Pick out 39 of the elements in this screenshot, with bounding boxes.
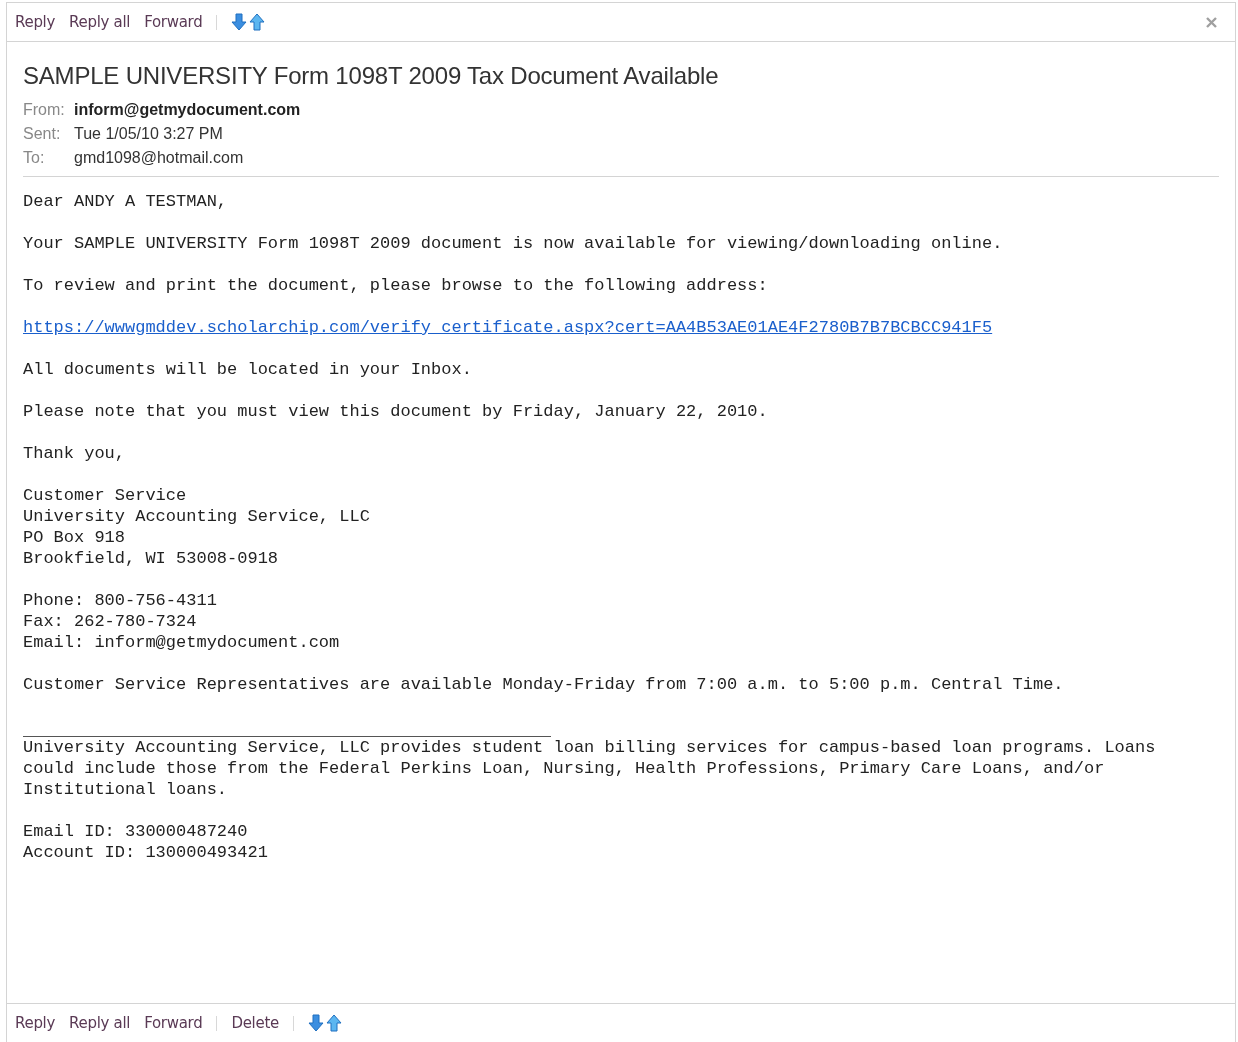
body-text-line: Customer Service Representatives are available Monday-Friday from 7:00 a.m. to 5:00 p.m. Central Time. xyxy=(23,674,1064,695)
body-text-line: Dear ANDY A TESTMAN, xyxy=(23,191,228,212)
email-subject: SAMPLE UNIVERSITY Form 1098T 2009 Tax Document Available xyxy=(23,62,720,90)
close-icon[interactable] xyxy=(1206,16,1217,28)
body-text-line: Please note that you must view this document by Friday, January 22, 2010. xyxy=(23,401,768,422)
down-arrow-icon[interactable] xyxy=(231,13,248,31)
body-text-line: Customer Service xyxy=(23,485,187,506)
body-text-line: Brookfield, WI 53008-0918 xyxy=(23,548,279,569)
body-text-line: Thank you, xyxy=(23,443,126,464)
body-text-line: To review and print the document, please browse to the following address: xyxy=(23,275,768,296)
body-text-line: University Accounting Service, LLC xyxy=(23,506,370,527)
body-text-line: Account ID: 130000493421 xyxy=(23,842,268,863)
body-text-line: Phone: 800-756-4311 xyxy=(23,590,217,611)
field-value: gmd1098@hotmail.com xyxy=(74,148,244,168)
toolbar-button[interactable]: Forward xyxy=(144,13,203,31)
toolbar-button[interactable]: Reply all xyxy=(69,1014,131,1032)
toolbar-button[interactable]: Reply xyxy=(15,13,56,31)
toolbar-button[interactable]: Reply all xyxy=(69,13,131,31)
body-text-line: could include those from the Federal Perkins Loan, Nursing, Health Professions, Primary Care Loans, and/or xyxy=(23,758,1105,779)
field-label: Sent: xyxy=(23,124,62,144)
field-label: From: xyxy=(23,100,66,120)
body-text-line: Your SAMPLE UNIVERSITY Form 1098T 2009 document is now available for viewing/downloading online. xyxy=(23,233,1003,254)
up-arrow-icon[interactable] xyxy=(325,1014,342,1032)
body-text-line: Email: inform@getmydocument.com xyxy=(23,632,340,653)
toolbar-button[interactable]: Reply xyxy=(15,1014,56,1032)
body-text-line: University Accounting Service, LLC provides student loan billing services for campus-based loan programs. Loans xyxy=(23,737,1156,758)
body-text-line: Email ID: 330000487240 xyxy=(23,821,248,842)
body-text-line: PO Box 918 xyxy=(23,527,126,548)
certificate-link[interactable]: https://wwwgmddev.scholarchip.com/verify_certificate.aspx?cert=AA4B53AE01AE4F2780B7B7BCBCC941F5 xyxy=(23,317,993,338)
toolbar-button[interactable]: Delete xyxy=(231,1014,279,1032)
body-text-line: All documents will be located in your Inbox. xyxy=(23,359,472,380)
field-value: Tue 1/05/10 3:27 PM xyxy=(74,124,223,144)
body-text-line: Institutional loans. xyxy=(23,779,228,800)
sender-address: inform@getmydocument.com xyxy=(74,100,301,120)
down-arrow-icon[interactable] xyxy=(307,1014,324,1032)
up-arrow-icon[interactable] xyxy=(249,13,266,31)
toolbar-button[interactable]: Forward xyxy=(144,1014,203,1032)
body-text-line: Fax: 262-780-7324 xyxy=(23,611,197,632)
field-label: To: xyxy=(23,148,46,168)
